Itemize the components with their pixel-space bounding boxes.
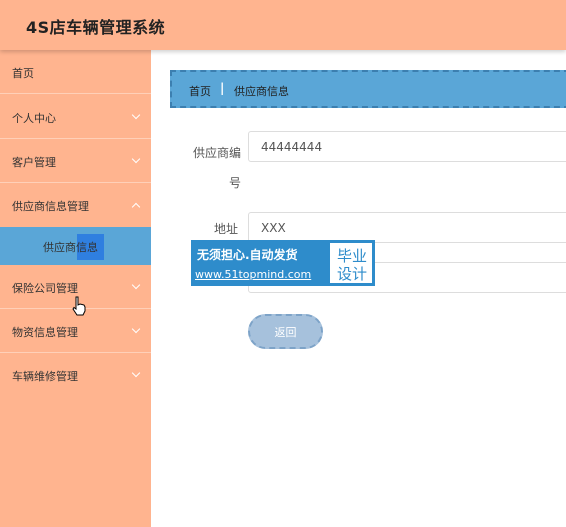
sidebar-subitem-supplier-info[interactable]: 供应商信息 — [0, 227, 151, 265]
sidebar-subitem-label: 供应商信息 — [43, 241, 98, 254]
address-label: 地址 — [213, 222, 238, 236]
sidebar-item-customers[interactable]: 客户管理 — [0, 139, 151, 183]
sidebar-item-label: 个人中心 — [12, 112, 56, 125]
sidebar-item-label: 客户管理 — [12, 156, 56, 169]
back-button[interactable]: 返回 — [248, 314, 323, 349]
chevron-down-icon — [131, 324, 141, 334]
breadcrumb-current: 供应商信息 — [234, 85, 289, 98]
address-field[interactable] — [248, 212, 566, 243]
sidebar-item-label: 首页 — [12, 67, 34, 80]
sidebar-item-label: 物资信息管理 — [12, 326, 78, 339]
sidebar-item-profile[interactable]: 个人中心 — [0, 95, 151, 139]
chevron-down-icon — [131, 154, 141, 164]
breadcrumb-separator: | — [220, 81, 225, 95]
sidebar-item-suppliers[interactable]: 供应商信息管理 — [0, 183, 151, 228]
sidebar: 首页 个人中心 客户管理 供应商信息管理 供应商信息 保险公司管理 物资信息管理… — [0, 50, 151, 527]
watermark-box: 毕业 设计 — [329, 242, 373, 284]
hand-cursor-icon — [72, 296, 86, 316]
app-title: 4S店车辆管理系统 — [26, 18, 166, 37]
sidebar-item-label: 供应商信息管理 — [12, 200, 89, 213]
supplier-number-label: 供应商编号 — [192, 146, 241, 190]
app-header: 4S店车辆管理系统 — [0, 0, 566, 50]
chevron-down-icon — [131, 368, 141, 378]
sidebar-item-repairs[interactable]: 车辆维修管理 — [0, 353, 151, 397]
supplier-number-field[interactable] — [248, 131, 566, 162]
watermark-box-line2: 设计 — [337, 265, 368, 283]
sidebar-item-label: 车辆维修管理 — [12, 370, 78, 383]
chevron-down-icon — [131, 280, 141, 290]
watermark-banner: 无须担心.自动发货 www.51topmind.com 毕业 设计 — [191, 240, 375, 286]
sidebar-item-home[interactable]: 首页 — [0, 50, 151, 94]
breadcrumb: 首页 | 供应商信息 — [170, 70, 566, 108]
chevron-up-icon — [131, 202, 141, 212]
watermark-text: 无须担心.自动发货 — [197, 248, 298, 262]
breadcrumb-home[interactable]: 首页 — [189, 83, 211, 99]
watermark-url: www.51topmind.com — [195, 268, 312, 281]
chevron-down-icon — [131, 110, 141, 120]
sidebar-item-label: 保险公司管理 — [12, 282, 78, 295]
